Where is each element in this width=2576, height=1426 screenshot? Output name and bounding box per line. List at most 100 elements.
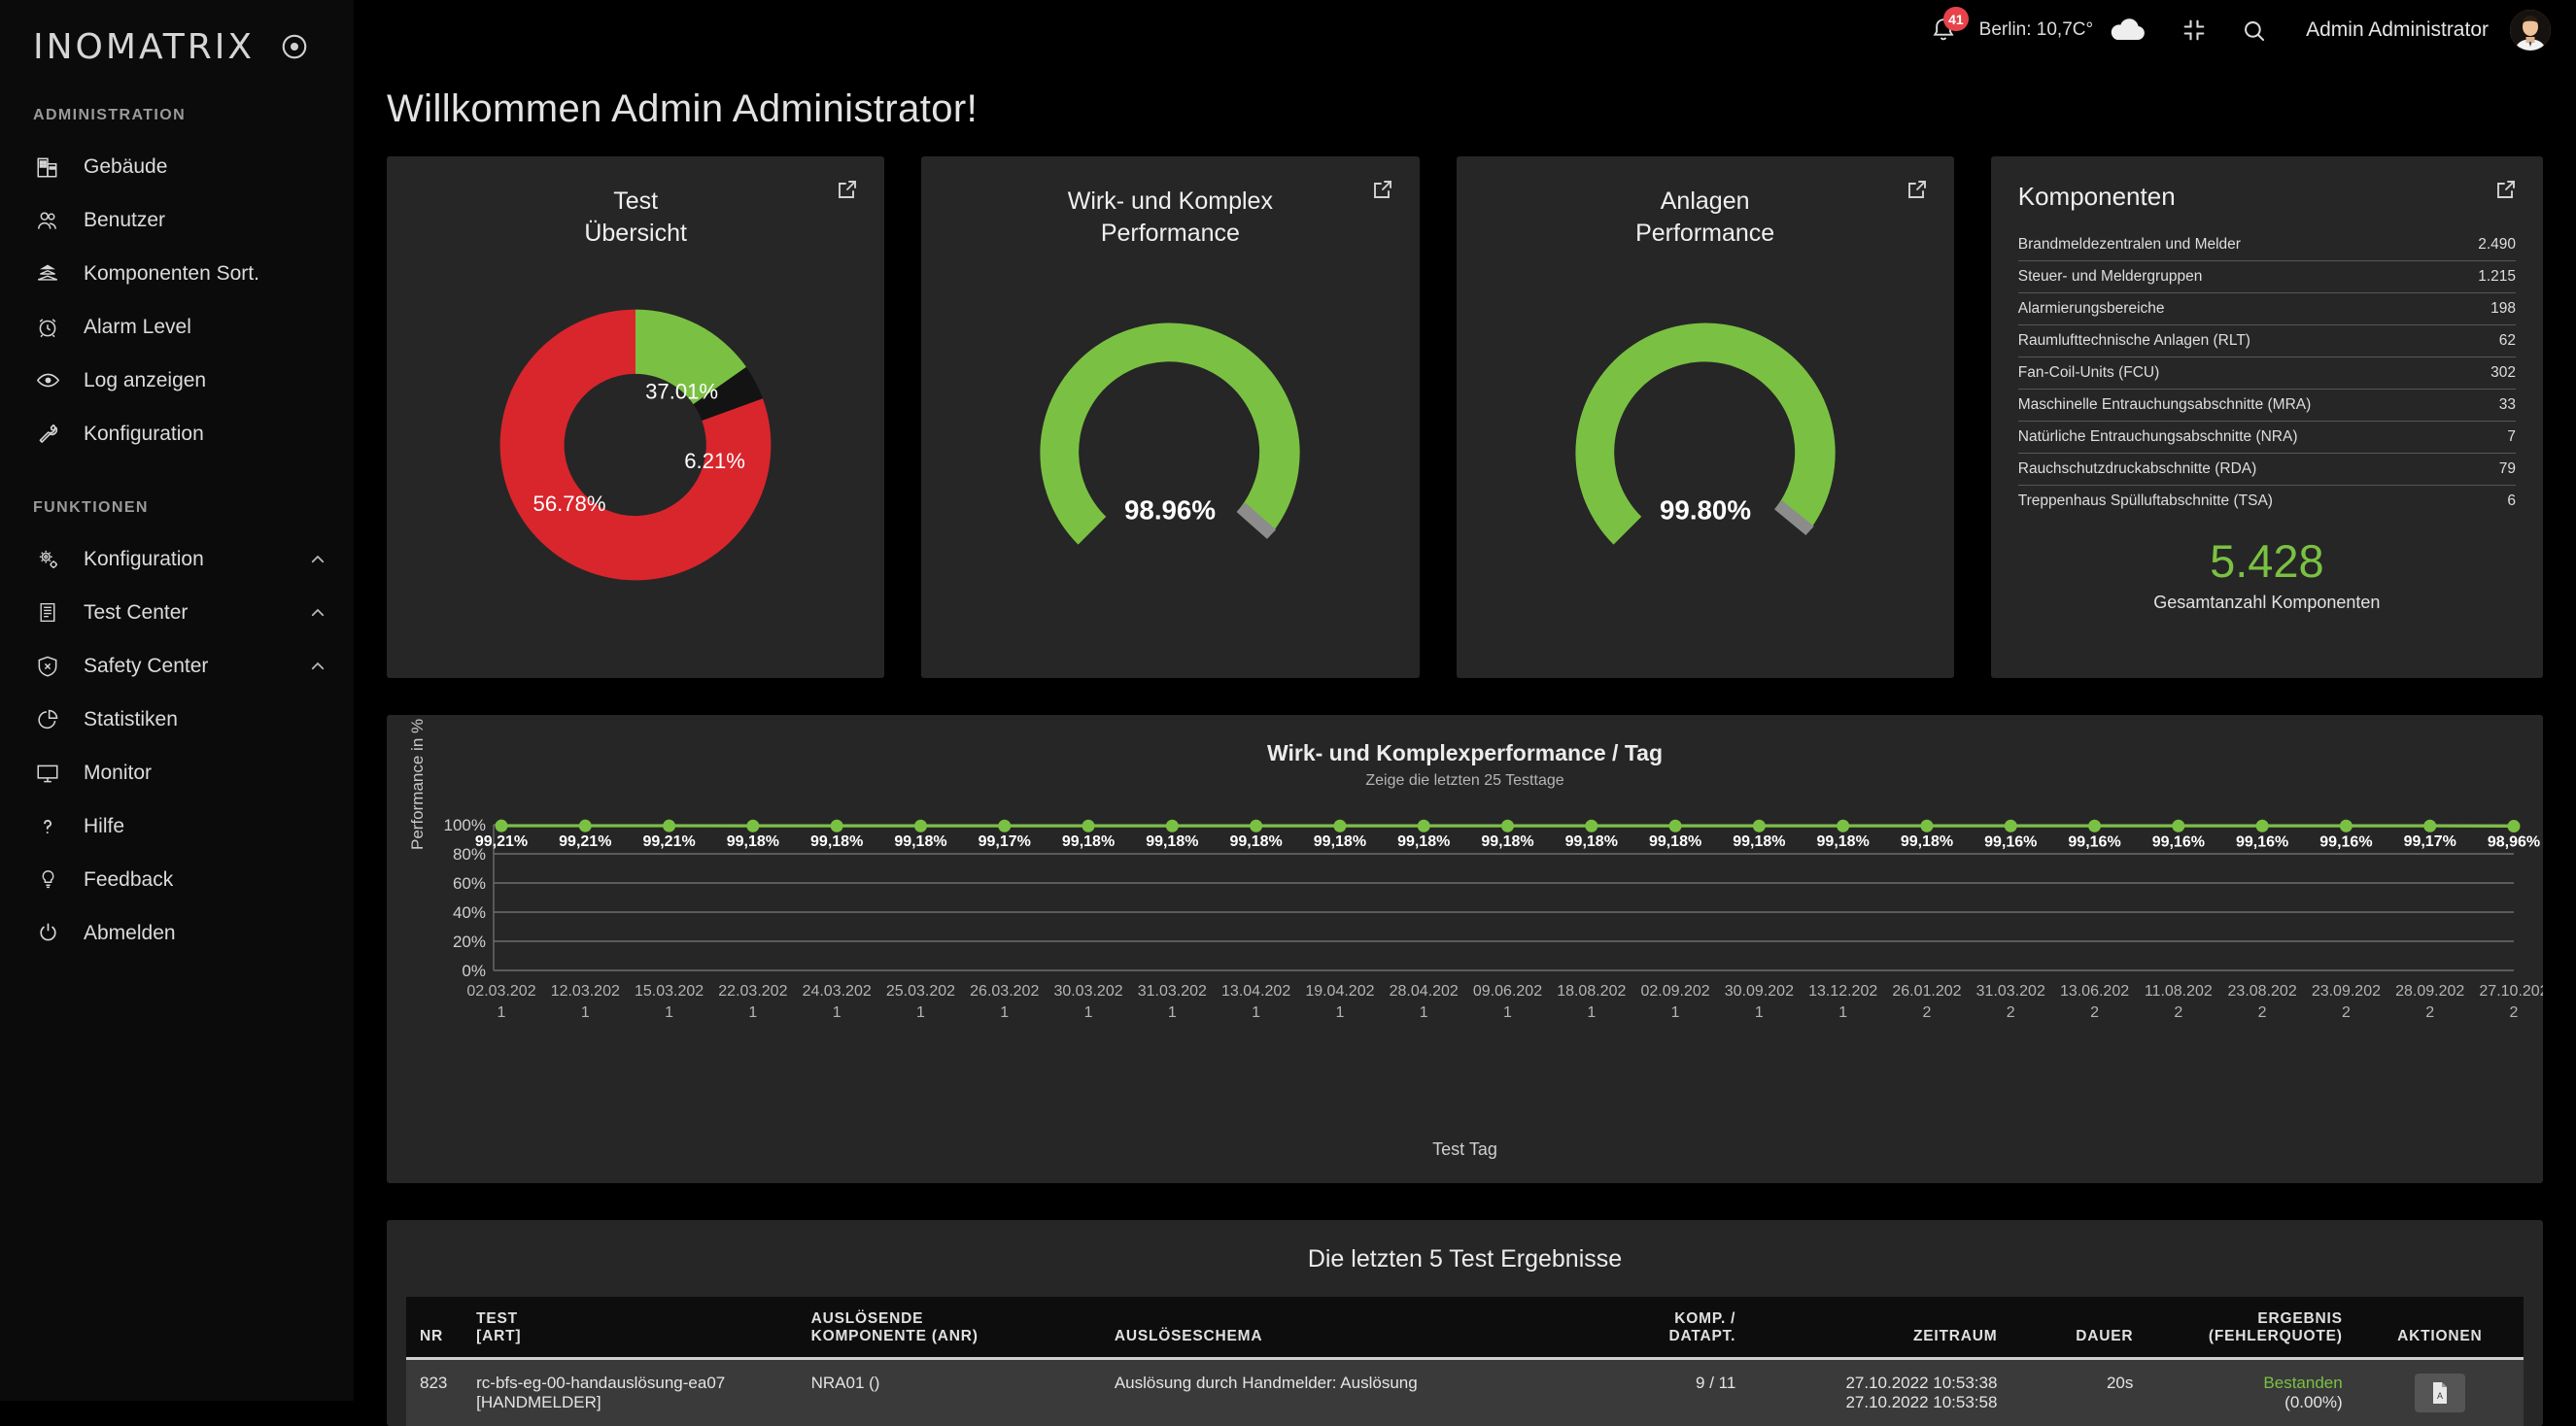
sidebar-item-test-center[interactable]: Test Center (0, 586, 354, 639)
x-tick-label: 28.04.202 (1390, 983, 1459, 1000)
data-point[interactable] (1753, 820, 1766, 832)
y-tick-label: 100% (444, 816, 486, 834)
chevron-up-icon[interactable] (309, 658, 326, 675)
data-point-label: 99,21% (642, 833, 695, 850)
x-tick-label: 13.04.202 (1221, 983, 1290, 1000)
summary-cards-row: Test Übersicht 37.01% 6.21% 56.78% (387, 156, 2543, 678)
user-name[interactable]: Admin Administrator (2306, 18, 2489, 42)
data-point[interactable] (2005, 820, 2017, 832)
layers-icon (33, 259, 62, 289)
list-item: Brandmeldezentralen und Melder2.490 (2018, 229, 2516, 261)
x-tick-label: 25.03.202 (886, 983, 955, 1000)
sidebar-item-gebaeude[interactable]: Gebäude (0, 140, 354, 193)
data-point[interactable] (914, 820, 927, 832)
component-label: Alarmierungsbereiche (2018, 300, 2165, 318)
notifications-badge: 41 (1943, 7, 1969, 31)
table-header: NR TEST[ART] AUSLÖSENDEKOMPONENTE (ANR) … (406, 1297, 2524, 1359)
sidebar-item-statistiken[interactable]: Statistiken (0, 693, 354, 746)
chevron-up-icon[interactable] (309, 604, 326, 622)
sidebar-item-label: Alarm Level (84, 316, 326, 339)
weather-text: Berlin: 10,7C° (1979, 19, 2093, 41)
list-item: Alarmierungsbereiche198 (2018, 293, 2516, 325)
data-point-label: 99,16% (2068, 833, 2120, 850)
sidebar-item-monitor[interactable]: Monitor (0, 746, 354, 799)
data-point[interactable] (2088, 820, 2101, 832)
sidebar-item-alarm-level[interactable]: Alarm Level (0, 300, 354, 354)
x-tick-label-cont: 2 (2007, 1004, 2015, 1021)
pdf-download-button[interactable]: A (2415, 1374, 2465, 1412)
data-point[interactable] (998, 820, 1011, 832)
data-point[interactable] (2256, 820, 2269, 832)
data-point[interactable] (2340, 820, 2353, 832)
sidebar-item-label: Konfiguration (84, 423, 326, 446)
data-point[interactable] (746, 820, 759, 832)
cell-test: rc-bfs-eg-00-handauslösung-ea07 [HANDMEL… (463, 1359, 798, 1426)
components-total-label: Gesamtanzahl Komponenten (2018, 593, 2516, 613)
x-tick-label-cont: 1 (1671, 1004, 1680, 1021)
nav-spacer (0, 460, 354, 486)
data-point[interactable] (1585, 820, 1597, 832)
data-point[interactable] (2508, 820, 2521, 832)
data-point-label: 98,96% (2488, 834, 2540, 851)
external-link-icon[interactable] (2494, 178, 2518, 201)
sidebar-item-log-anzeigen[interactable]: Log anzeigen (0, 354, 354, 407)
data-point-label: 99,18% (1146, 833, 1198, 850)
sidebar: INOMATRIX ADMINISTRATION Gebäude Benutze… (0, 0, 354, 1401)
data-point[interactable] (831, 820, 843, 832)
data-point[interactable] (1418, 820, 1430, 832)
data-point[interactable] (2172, 820, 2184, 832)
collapse-icon[interactable] (2181, 17, 2208, 44)
data-point[interactable] (1333, 820, 1346, 832)
card-title-line1: Test (387, 186, 884, 218)
data-point[interactable] (1920, 820, 1933, 832)
sidebar-item-konfiguration[interactable]: Konfiguration (0, 532, 354, 586)
external-link-icon[interactable] (836, 178, 859, 201)
target-icon[interactable] (280, 32, 309, 61)
data-point[interactable] (1166, 820, 1179, 832)
data-point[interactable] (496, 820, 508, 832)
sidebar-item-benutzer[interactable]: Benutzer (0, 193, 354, 247)
data-point[interactable] (1837, 820, 1849, 832)
data-point[interactable] (1082, 820, 1095, 832)
data-point-label: 99,16% (1984, 833, 2037, 850)
fehlerquote: (0.00%) (2160, 1393, 2342, 1412)
panel-latest-results: Die letzten 5 Test Ergebnisse NR TEST[AR… (387, 1220, 2543, 1426)
data-point[interactable] (1501, 820, 1514, 832)
sidebar-item-hilfe[interactable]: Hilfe (0, 799, 354, 853)
notifications-button[interactable]: 41 (1929, 16, 1958, 45)
data-point[interactable] (1669, 820, 1682, 832)
chevron-up-icon[interactable] (309, 551, 326, 568)
line-chart-svg: 0%20%40%60%80%100%99,21%02.03.202199,21%… (387, 811, 2543, 1035)
status-badge: Bestanden (2160, 1374, 2342, 1393)
component-label: Fan-Coil-Units (FCU) (2018, 364, 2160, 382)
card-komponenten: Komponenten Brandmeldezentralen und Meld… (1991, 156, 2543, 678)
y-tick-label: 20% (453, 933, 486, 951)
data-point[interactable] (579, 820, 592, 832)
sidebar-item-safety-center[interactable]: Safety Center (0, 639, 354, 693)
sidebar-item-komponenten-sort[interactable]: Komponenten Sort. (0, 247, 354, 300)
external-link-icon[interactable] (1371, 178, 1394, 201)
line-chart: Performance in % 0%20%40%60%80%100%99,21… (387, 811, 2543, 1054)
sidebar-item-feedback[interactable]: Feedback (0, 853, 354, 906)
data-point[interactable] (663, 820, 675, 832)
data-point[interactable] (1250, 820, 1262, 832)
component-value: 33 (2499, 396, 2516, 414)
data-point-label: 99,18% (1314, 833, 1366, 850)
data-point[interactable] (2423, 820, 2436, 832)
x-tick-label-cont: 2 (2342, 1004, 2351, 1021)
external-link-icon[interactable] (1906, 178, 1929, 201)
sidebar-item-label: Monitor (84, 762, 326, 785)
avatar[interactable] (2510, 10, 2551, 51)
x-tick-label-cont: 1 (1168, 1004, 1177, 1021)
data-point-label: 99,18% (727, 833, 779, 850)
table-row[interactable]: 823 rc-bfs-eg-00-handauslösung-ea07 [HAN… (406, 1359, 2524, 1426)
sidebar-item-konfiguration-admin[interactable]: Konfiguration (0, 407, 354, 460)
building-icon (33, 153, 62, 182)
sidebar-item-abmelden[interactable]: Abmelden (0, 906, 354, 960)
cell-nr: 823 (406, 1359, 463, 1426)
gauge-anlagen: 99.80% (1457, 251, 1954, 639)
x-tick-label-cont: 1 (748, 1004, 757, 1021)
panel-performance-per-day: Wirk- und Komplexperformance / Tag Zeige… (387, 715, 2543, 1183)
data-point-label: 99,16% (2236, 833, 2288, 850)
search-icon[interactable] (2241, 17, 2267, 44)
